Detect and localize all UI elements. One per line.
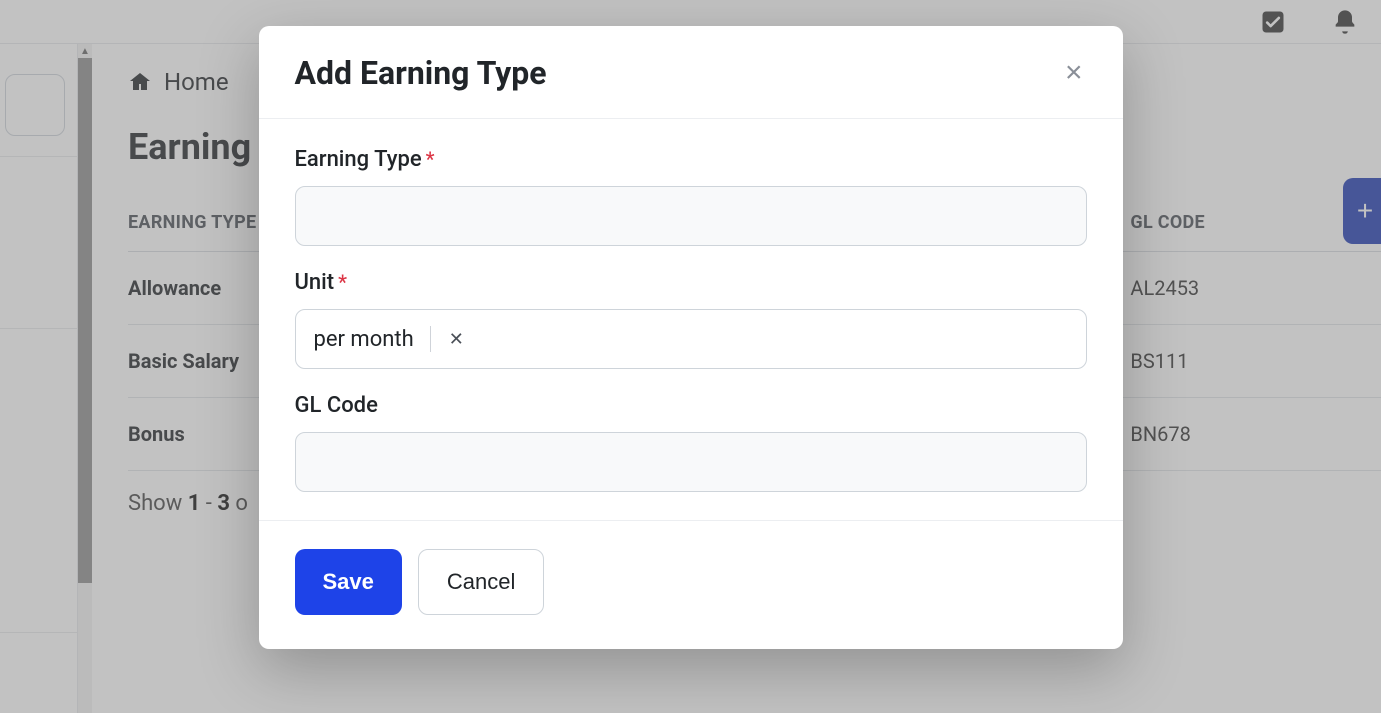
close-icon[interactable]: × xyxy=(1061,54,1087,92)
unit-tag-input[interactable]: per month ✕ xyxy=(295,309,1087,369)
modal-title: Add Earning Type xyxy=(295,54,547,92)
label-earning-type: Earning Type* xyxy=(295,147,1087,172)
field-gl-code: GL Code xyxy=(295,393,1087,492)
label-unit: Unit* xyxy=(295,270,1087,295)
required-asterisk: * xyxy=(338,270,347,294)
add-earning-type-modal: Add Earning Type × Earning Type* Unit* p… xyxy=(259,26,1123,649)
label-text: Earning Type xyxy=(295,147,422,172)
cancel-button[interactable]: Cancel xyxy=(418,549,544,615)
remove-tag-icon[interactable]: ✕ xyxy=(443,327,470,352)
unit-tag: per month ✕ xyxy=(308,322,474,356)
modal-body: Earning Type* Unit* per month ✕ GL Code xyxy=(259,119,1123,520)
label-gl-code: GL Code xyxy=(295,393,1087,418)
tag-divider xyxy=(430,326,431,352)
required-asterisk: * xyxy=(426,147,435,171)
gl-code-input[interactable] xyxy=(295,432,1087,492)
field-unit: Unit* per month ✕ xyxy=(295,270,1087,369)
field-earning-type: Earning Type* xyxy=(295,147,1087,246)
earning-type-input[interactable] xyxy=(295,186,1087,246)
modal-header: Add Earning Type × xyxy=(259,26,1123,119)
save-button[interactable]: Save xyxy=(295,549,402,615)
label-text: Unit xyxy=(295,270,335,295)
unit-tag-label: per month xyxy=(314,327,414,352)
modal-footer: Save Cancel xyxy=(259,520,1123,649)
